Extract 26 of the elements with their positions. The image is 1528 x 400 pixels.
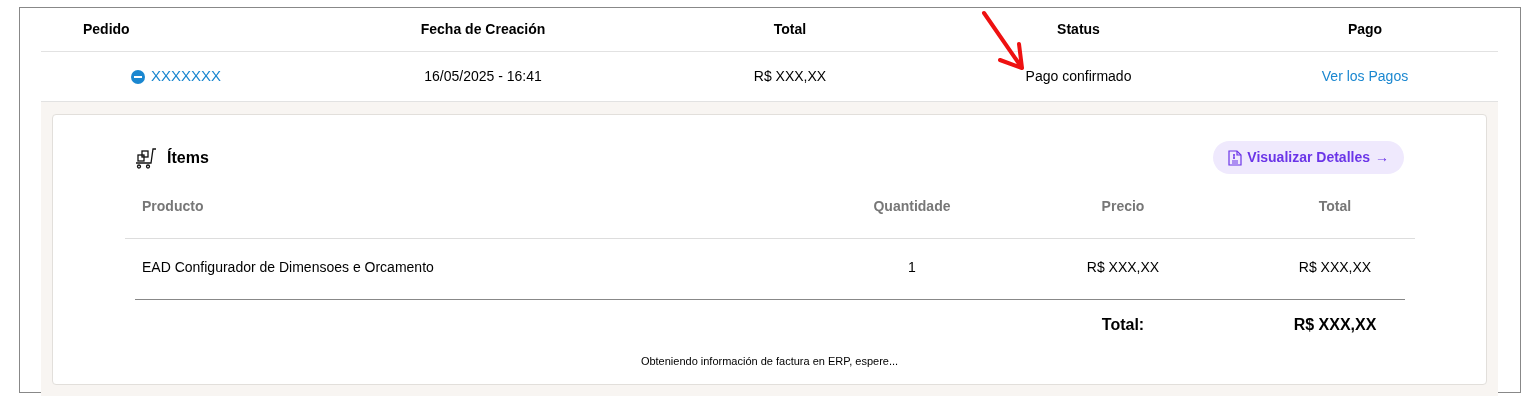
- order-link[interactable]: XXXXXXX: [150, 65, 221, 88]
- payments-link[interactable]: Ver los Pagos: [1232, 66, 1498, 87]
- total-value: R$ XXX,XX: [1292, 315, 1378, 335]
- items-title: Ítems: [167, 147, 209, 168]
- column-header: Precio: [1100, 197, 1146, 216]
- column-header: Total: [1317, 197, 1353, 216]
- status-cell-text: Pago confirmado: [1024, 67, 1133, 86]
- view-details-button[interactable]: Visualizar Detalles →: [1213, 141, 1404, 174]
- total-cell-text: R$ XXX,XX: [1297, 258, 1373, 277]
- column-header: Status: [1056, 20, 1101, 39]
- total-cell-text: R$ XXX,XX: [752, 67, 828, 86]
- column-header: Fecha de Creación: [419, 20, 547, 39]
- column-header: Quantidade: [872, 197, 952, 216]
- column-header: Pago: [1346, 20, 1384, 39]
- column-header: Total: [772, 20, 808, 39]
- date-cell-text: 16/05/2025 - 16:41: [423, 67, 543, 86]
- column-header: Pedido: [82, 20, 131, 39]
- invoice-status-text: Obteniendo información de factura en ERP, espere...: [640, 355, 899, 367]
- collapse-icon[interactable]: [130, 69, 145, 84]
- price-cell-text: R$ XXX,XX: [1085, 258, 1161, 277]
- total-label: Total:: [1100, 315, 1146, 335]
- column-header: Producto: [141, 197, 205, 216]
- invoice-icon: [1228, 149, 1243, 166]
- product-cell-text: EAD Configurador de Dimensoes e Orcamento: [141, 258, 435, 277]
- cart-icon: [135, 146, 157, 169]
- quantity-cell-text: 1: [907, 258, 917, 277]
